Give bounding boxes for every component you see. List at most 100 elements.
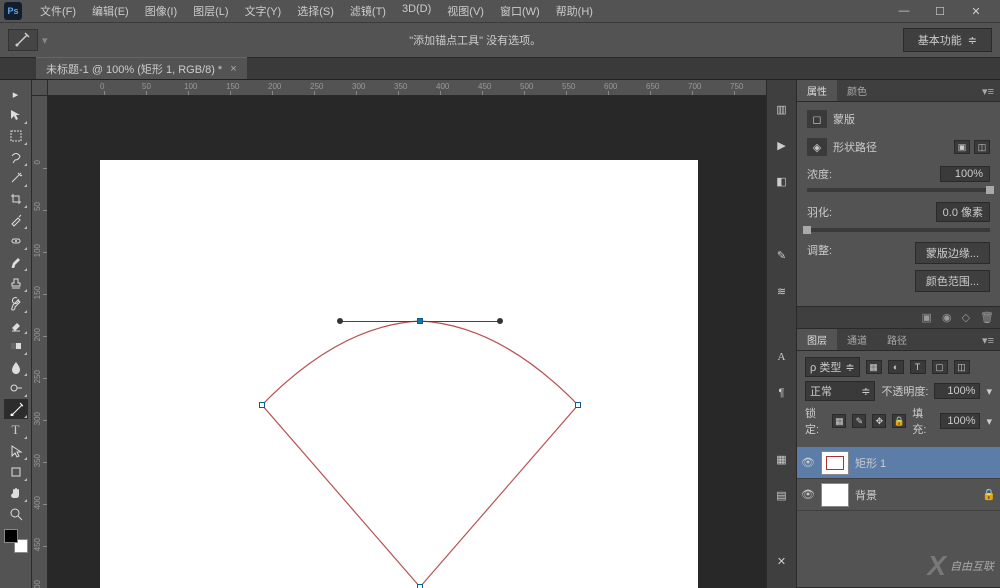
menu-file[interactable]: 文件(F) (32, 0, 84, 22)
bezier-handle[interactable] (337, 318, 343, 324)
feather-value[interactable]: 0.0 像素 (936, 202, 990, 222)
layer-thumb[interactable] (821, 451, 849, 475)
marquee-tool[interactable] (4, 126, 28, 146)
menu-window[interactable]: 窗口(W) (492, 0, 548, 22)
menu-select[interactable]: 选择(S) (289, 0, 342, 22)
menu-view[interactable]: 视图(V) (439, 0, 492, 22)
footer-icon[interactable]: ◉ (942, 311, 952, 324)
blur-tool[interactable] (4, 357, 28, 377)
brush-panel-icon[interactable]: ✎ (773, 246, 791, 264)
layer-thumb[interactable] (821, 483, 849, 507)
minimize-button[interactable]: — (892, 3, 916, 19)
vector-mask-icon[interactable]: ◫ (974, 140, 990, 154)
color-range-button[interactable]: 颜色范围... (915, 270, 990, 292)
visibility-icon[interactable]: 👁 (801, 456, 815, 469)
pen-tool[interactable] (4, 399, 28, 419)
layer-filter[interactable]: ρ 类型≑ (805, 357, 860, 377)
tab-color[interactable]: 颜色 (837, 80, 877, 101)
shape-tool[interactable] (4, 462, 28, 482)
ruler-horizontal[interactable]: 0501001502002503003504004505005506006507… (48, 80, 766, 96)
menu-layer[interactable]: 图层(L) (185, 0, 236, 22)
workspace-switcher[interactable]: 基本功能≑ (903, 28, 992, 52)
paragraph-panel-icon[interactable]: ¶ (773, 384, 791, 402)
opacity-input[interactable]: 100% (934, 383, 980, 399)
maximize-button[interactable]: ☐ (928, 3, 952, 19)
tab-channels[interactable]: 通道 (837, 329, 877, 350)
path-select-tool[interactable] (4, 441, 28, 461)
mask-edge-button[interactable]: 蒙版边缘... (915, 242, 990, 264)
filter-image-icon[interactable]: ▦ (866, 360, 882, 374)
pixel-mask-icon[interactable]: ▣ (954, 140, 970, 154)
trash-icon[interactable]: 🗑 (980, 311, 994, 324)
character-panel-icon[interactable]: A (773, 348, 791, 366)
menu-filter[interactable]: 滤镜(T) (342, 0, 394, 22)
vector-shape[interactable] (100, 160, 698, 588)
tab-close-icon[interactable]: × (230, 63, 236, 75)
menu-edit[interactable]: 编辑(E) (84, 0, 137, 22)
ruler-vertical[interactable]: 050100150200250300350400450500550600 (32, 96, 48, 588)
lock-trans-icon[interactable]: ▦ (832, 414, 846, 428)
history-panel-icon[interactable]: ▥ (773, 100, 791, 118)
layer-name[interactable]: 背景 (855, 487, 877, 503)
lock-paint-icon[interactable]: ✎ (852, 414, 866, 428)
gradient-tool[interactable] (4, 336, 28, 356)
canvas-area[interactable]: 0501001502002503003504004505005506006507… (32, 80, 766, 588)
close-button[interactable]: ✕ (964, 3, 988, 19)
anchor-point[interactable] (417, 584, 423, 588)
dodge-tool[interactable] (4, 378, 28, 398)
footer-icon[interactable]: ▣ (922, 311, 932, 324)
eraser-tool[interactable] (4, 315, 28, 335)
filter-shape-icon[interactable]: ▢ (932, 360, 948, 374)
tab-layers[interactable]: 图层 (797, 329, 837, 350)
layer-name[interactable]: 矩形 1 (855, 455, 886, 471)
expand-handle[interactable]: ▸ (4, 84, 28, 104)
document-canvas[interactable] (100, 160, 698, 588)
filter-adjust-icon[interactable]: ◐ (888, 360, 904, 374)
menu-help[interactable]: 帮助(H) (548, 0, 601, 22)
brush-tool[interactable] (4, 252, 28, 272)
anchor-point-selected[interactable] (417, 318, 423, 324)
filter-smart-icon[interactable]: ◫ (954, 360, 970, 374)
anchor-point[interactable] (575, 402, 581, 408)
hand-tool[interactable] (4, 483, 28, 503)
menu-type[interactable]: 文字(Y) (237, 0, 290, 22)
current-tool-icon[interactable] (8, 29, 38, 51)
eyedropper-tool[interactable] (4, 210, 28, 230)
density-slider[interactable] (807, 188, 990, 192)
panel-menu-icon[interactable]: ▾≡ (976, 331, 1000, 350)
menu-image[interactable]: 图像(I) (137, 0, 185, 22)
panel-menu-icon[interactable]: ▾≡ (976, 82, 1000, 101)
layer-row[interactable]: 👁 背景 🔒 (797, 479, 1000, 511)
foreground-color[interactable] (4, 529, 18, 543)
document-tab[interactable]: 未标题-1 @ 100% (矩形 1, RGB/8) * × (36, 57, 247, 79)
lasso-tool[interactable] (4, 147, 28, 167)
history-brush-tool[interactable] (4, 294, 28, 314)
lock-all-icon[interactable]: 🔒 (892, 414, 906, 428)
actions-panel-icon[interactable]: ▶ (773, 136, 791, 154)
tab-properties[interactable]: 属性 (797, 80, 837, 101)
zoom-tool[interactable] (4, 504, 28, 524)
type-tool[interactable]: T (4, 420, 28, 440)
visibility-icon[interactable]: 👁 (801, 488, 815, 501)
adjustments-panel-icon[interactable]: ▤ (773, 486, 791, 504)
footer-icon[interactable]: ◇ (962, 311, 970, 324)
feather-slider[interactable] (807, 228, 990, 232)
fill-input[interactable]: 100% (940, 413, 981, 429)
styles-panel-icon[interactable]: ▦ (773, 450, 791, 468)
density-value[interactable]: 100% (940, 166, 990, 182)
bezier-handle[interactable] (497, 318, 503, 324)
tab-paths[interactable]: 路径 (877, 329, 917, 350)
move-tool[interactable] (4, 105, 28, 125)
anchor-point[interactable] (259, 402, 265, 408)
menu-3d[interactable]: 3D(D) (394, 0, 439, 22)
layer-row[interactable]: 👁 矩形 1 (797, 447, 1000, 479)
wand-tool[interactable] (4, 168, 28, 188)
crop-tool[interactable] (4, 189, 28, 209)
swatches-panel-icon[interactable]: ◧ (773, 172, 791, 190)
color-swatches[interactable] (4, 529, 28, 553)
filter-type-icon[interactable]: T (910, 360, 926, 374)
close-panel-icon[interactable]: ✕ (773, 552, 791, 570)
stamp-tool[interactable] (4, 273, 28, 293)
brush-presets-icon[interactable]: ≋ (773, 282, 791, 300)
blend-mode[interactable]: 正常≑ (805, 381, 875, 401)
